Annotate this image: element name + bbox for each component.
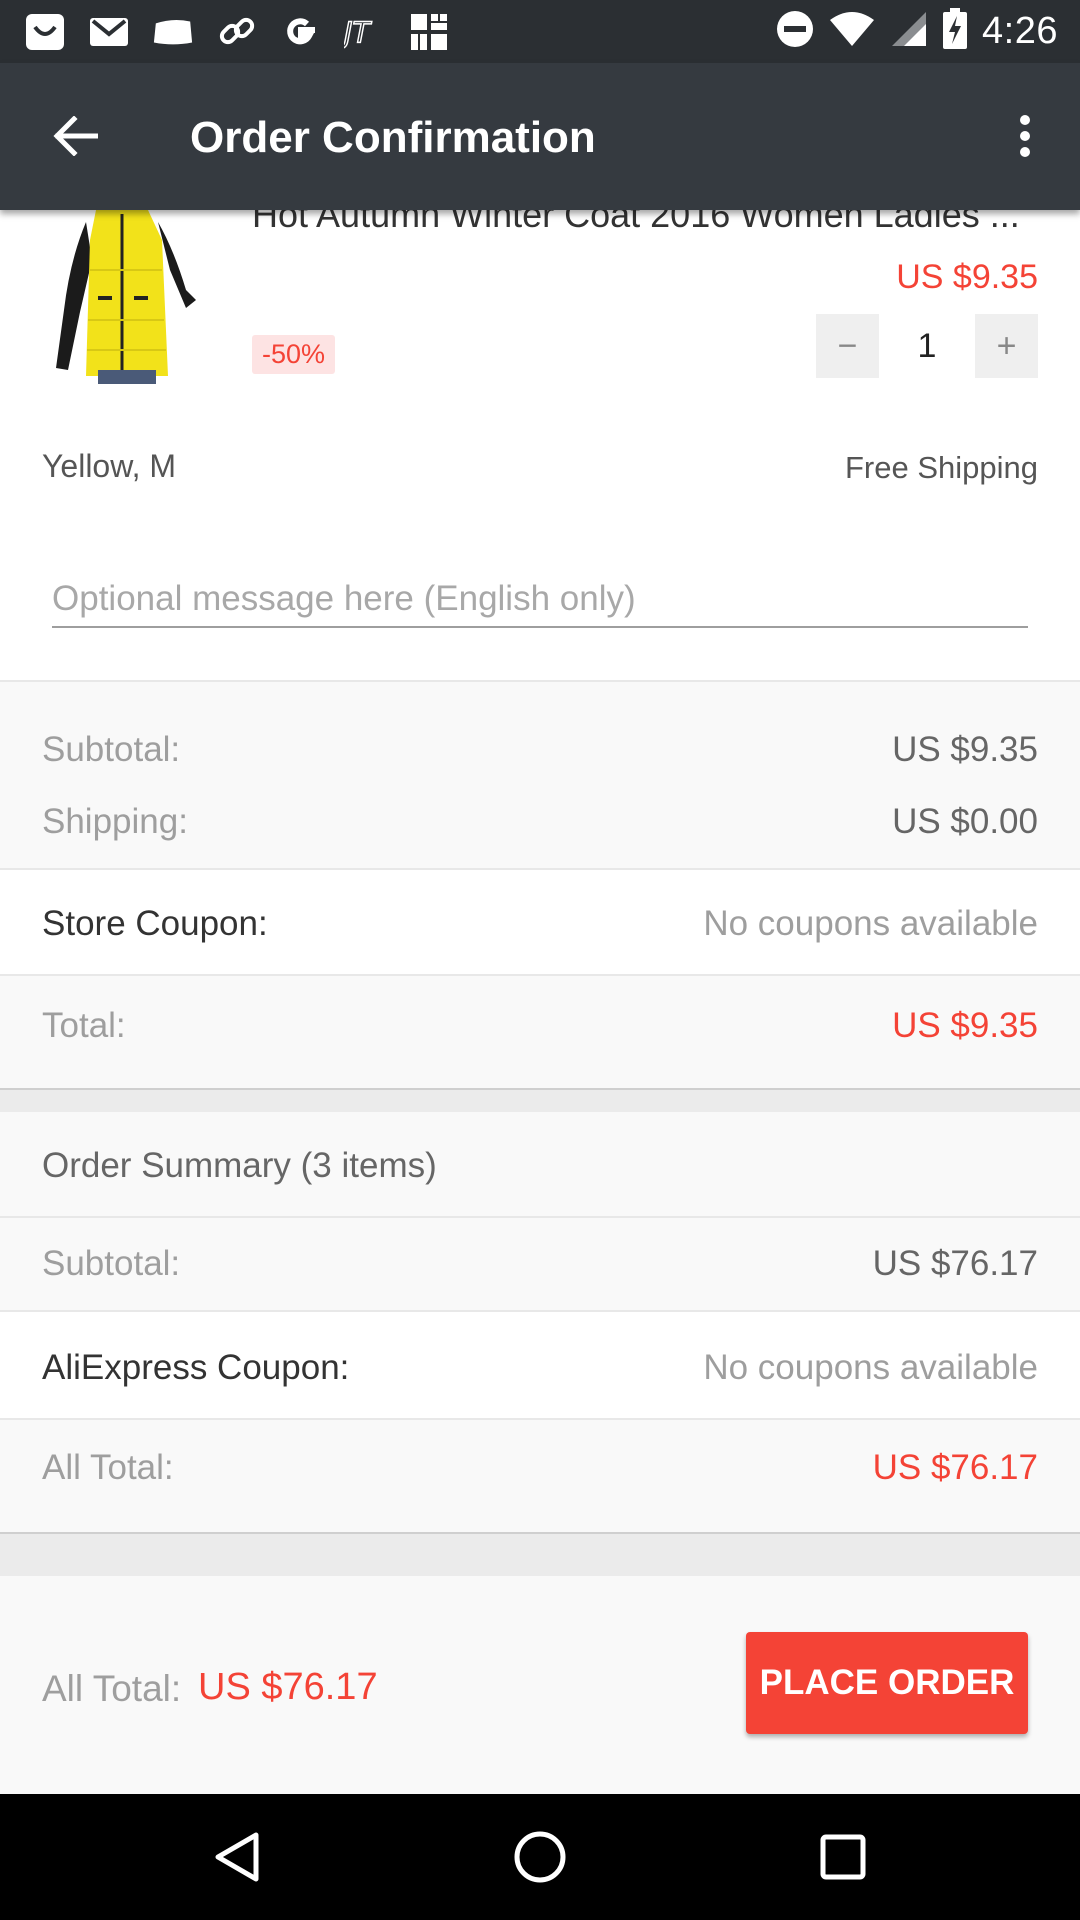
- store-total-value: US $9.35: [892, 1006, 1038, 1045]
- nav-home-icon: [514, 1831, 566, 1883]
- decrement-button[interactable]: −: [816, 314, 879, 378]
- status-bar: JT 4:26: [0, 0, 1080, 63]
- wifi-icon: [828, 10, 876, 53]
- jt-app-icon: JT: [344, 12, 386, 52]
- product-price: US $9.35: [896, 258, 1038, 296]
- svg-text:JT: JT: [344, 15, 372, 49]
- back-button[interactable]: [44, 105, 106, 167]
- nav-back-button[interactable]: [201, 1822, 271, 1892]
- checkout-total-label: All Total:: [42, 1668, 182, 1709]
- system-icons: 4:26: [776, 7, 1058, 55]
- battery-charging-icon: [942, 7, 968, 55]
- grid-app-icon: [408, 12, 450, 52]
- google-icon: [280, 12, 322, 52]
- order-subtotal-row: Subtotal: US $76.17: [0, 1218, 1080, 1310]
- order-message-input[interactable]: [52, 572, 1028, 628]
- cellular-signal-icon: [890, 10, 928, 53]
- quantity-value: 1: [879, 314, 975, 378]
- aliexpress-coupon-label: AliExpress Coupon:: [42, 1348, 350, 1387]
- shipping-method[interactable]: Free Shipping: [845, 450, 1038, 486]
- product-image[interactable]: [40, 210, 200, 384]
- smile-app-icon: [24, 12, 66, 52]
- arrow-back-icon: [53, 116, 98, 156]
- nav-recents-icon: [820, 1834, 866, 1880]
- store-coupon-value: No coupons available: [703, 904, 1038, 943]
- section-gap: [0, 1532, 1080, 1576]
- all-total-row: All Total: US $76.17: [0, 1420, 1080, 1532]
- place-order-button[interactable]: PLACE ORDER: [746, 1632, 1028, 1734]
- app-bar: Order Confirmation: [0, 63, 1080, 210]
- store-subtotal-label: Subtotal:: [42, 730, 181, 769]
- do-not-disturb-icon: [776, 10, 814, 53]
- checkout-total-value: US $76.17: [198, 1666, 378, 1708]
- order-subtotal-label: Subtotal:: [42, 1244, 181, 1283]
- store-cost-breakdown: Subtotal: US $9.35 Shipping: US $0.00: [0, 682, 1080, 868]
- more-vert-icon: [1020, 115, 1030, 157]
- increment-button[interactable]: +: [975, 314, 1038, 378]
- product-variant: Yellow, M: [42, 448, 176, 484]
- discount-badge: -50%: [252, 335, 336, 374]
- store-coupon-row[interactable]: Store Coupon: No coupons available: [0, 870, 1080, 974]
- order-summary-header: Order Summary (3 items): [0, 1112, 1080, 1216]
- order-summary-heading: Order Summary (3 items): [42, 1146, 437, 1185]
- aliexpress-coupon-value: No coupons available: [703, 1348, 1038, 1387]
- shipping-cost-label: Shipping:: [42, 802, 188, 841]
- store-subtotal-value: US $9.35: [892, 730, 1038, 769]
- clock: 4:26: [982, 9, 1058, 52]
- order-subtotal-value: US $76.17: [872, 1244, 1038, 1283]
- all-total-label: All Total:: [42, 1448, 174, 1487]
- card-app-icon: [152, 12, 194, 52]
- quantity-stepper: − 1 +: [816, 314, 1038, 378]
- gmail-icon: [88, 12, 130, 52]
- nav-home-button[interactable]: [505, 1822, 575, 1892]
- product-card: Hot Autumn Winter Coat 2016 Women Ladies…: [0, 210, 1080, 680]
- store-coupon-label: Store Coupon:: [42, 904, 268, 943]
- nav-back-icon: [215, 1832, 259, 1882]
- page-title: Order Confirmation: [190, 113, 596, 162]
- nav-recents-button[interactable]: [808, 1822, 878, 1892]
- overflow-menu-button[interactable]: [1000, 105, 1050, 167]
- store-total-row: Total: US $9.35: [0, 976, 1080, 1088]
- notification-icons: JT: [24, 10, 450, 54]
- aliexpress-coupon-row[interactable]: AliExpress Coupon: No coupons available: [0, 1312, 1080, 1418]
- product-title[interactable]: Hot Autumn Winter Coat 2016 Women Ladies…: [252, 210, 1036, 236]
- shipping-cost-value: US $0.00: [892, 802, 1038, 841]
- all-total-value: US $76.17: [872, 1448, 1038, 1487]
- store-total-label: Total:: [42, 1006, 126, 1045]
- section-gap: [0, 1088, 1080, 1112]
- link-app-icon: [216, 12, 258, 52]
- checkout-bar: All Total: US $76.17 PLACE ORDER: [0, 1576, 1080, 1794]
- system-nav-bar: [0, 1794, 1080, 1920]
